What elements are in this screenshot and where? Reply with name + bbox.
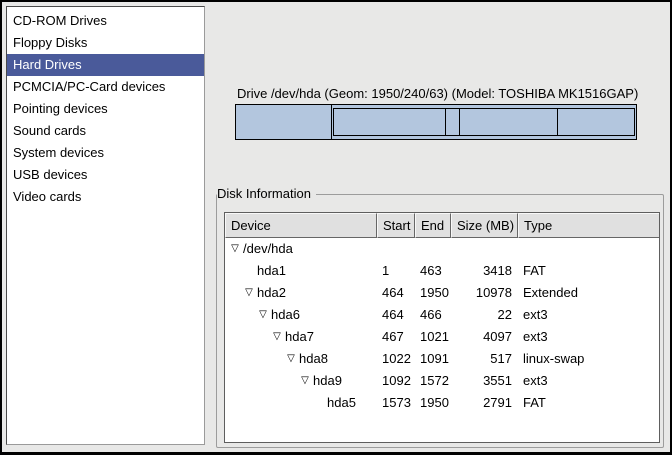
type-cell: ext3 — [518, 304, 659, 326]
column-header-device[interactable]: Device — [225, 213, 377, 238]
expander-open-icon[interactable]: ▽ — [269, 326, 285, 348]
type-cell: FAT — [518, 260, 659, 282]
size-cell: 3551 — [451, 370, 518, 392]
device-cell: ▽hda8 — [225, 348, 377, 370]
start-cell: 467 — [377, 326, 415, 348]
expander-open-icon[interactable]: ▽ — [255, 304, 271, 326]
partition-segment-extended — [332, 105, 636, 139]
table-body: ▽/dev/hda▽hda114633418FAT▽hda24641950109… — [225, 238, 659, 414]
tree-indent — [227, 359, 283, 360]
partition-segment-hda1 — [236, 105, 332, 139]
device-label: hda9 — [313, 370, 342, 392]
expander-open-icon[interactable]: ▽ — [283, 348, 299, 370]
sidebar-item-hard-drives[interactable]: Hard Drives — [7, 54, 204, 76]
tree-indent — [227, 293, 241, 294]
disk-information-table: DeviceStartEndSize (MB)Type ▽/dev/hda▽hd… — [224, 212, 660, 443]
device-label: hda1 — [257, 260, 286, 282]
table-row-hda9[interactable]: ▽hda9109215723551ext3 — [225, 370, 659, 392]
start-cell: 464 — [377, 282, 415, 304]
size-cell: 4097 — [451, 326, 518, 348]
device-label: hda6 — [271, 304, 300, 326]
end-cell: 1091 — [415, 348, 451, 370]
end-cell: 1572 — [415, 370, 451, 392]
extended-partition-inner-bar — [333, 108, 635, 136]
end-cell: 1021 — [415, 326, 451, 348]
device-label: hda8 — [299, 348, 328, 370]
column-header-type[interactable]: Type — [518, 213, 659, 238]
type-cell: ext3 — [518, 326, 659, 348]
partition-segment-hda5 — [558, 109, 634, 135]
end-cell — [415, 238, 451, 260]
column-header-end[interactable]: End — [415, 213, 451, 238]
sidebar-item-sound-cards[interactable]: Sound cards — [7, 120, 204, 142]
sidebar-item-pointing-devices[interactable]: Pointing devices — [7, 98, 204, 120]
device-category-list: CD-ROM DrivesFloppy DisksHard DrivesPCMC… — [6, 6, 205, 445]
expander-open-icon[interactable]: ▽ — [241, 282, 257, 304]
tree-indent — [227, 271, 241, 272]
device-label: hda2 — [257, 282, 286, 304]
device-cell: ▽hda7 — [225, 326, 377, 348]
size-cell: 3418 — [451, 260, 518, 282]
table-row-hda1[interactable]: ▽hda114633418FAT — [225, 260, 659, 282]
device-cell: ▽hda2 — [225, 282, 377, 304]
start-cell: 1022 — [377, 348, 415, 370]
start-cell: 1573 — [377, 392, 415, 414]
sidebar-item-pcmcia-pc-card-devices[interactable]: PCMCIA/PC-Card devices — [7, 76, 204, 98]
type-cell: linux-swap — [518, 348, 659, 370]
end-cell: 1950 — [415, 392, 451, 414]
end-cell: 463 — [415, 260, 451, 282]
sidebar-item-system-devices[interactable]: System devices — [7, 142, 204, 164]
end-cell: 1950 — [415, 282, 451, 304]
table-row-dev-hda[interactable]: ▽/dev/hda — [225, 238, 659, 260]
device-cell: ▽hda5 — [225, 392, 377, 414]
size-cell: 517 — [451, 348, 518, 370]
type-cell: Extended — [518, 282, 659, 304]
tree-indent — [227, 315, 255, 316]
table-row-hda2[interactable]: ▽hda2464195010978Extended — [225, 282, 659, 304]
sidebar-item-video-cards[interactable]: Video cards — [7, 186, 204, 208]
device-cell: ▽hda6 — [225, 304, 377, 326]
expander-open-icon[interactable]: ▽ — [227, 238, 243, 260]
device-label: /dev/hda — [243, 238, 293, 260]
table-row-hda6[interactable]: ▽hda646446622ext3 — [225, 304, 659, 326]
device-label: hda5 — [327, 392, 356, 414]
type-cell: ext3 — [518, 370, 659, 392]
size-cell: 10978 — [451, 282, 518, 304]
column-header-start[interactable]: Start — [377, 213, 415, 238]
table-row-hda5[interactable]: ▽hda5157319502791FAT — [225, 392, 659, 414]
drive-title: Drive /dev/hda (Geom: 1950/240/63) (Mode… — [237, 86, 667, 101]
sidebar-item-cd-rom-drives[interactable]: CD-ROM Drives — [7, 10, 204, 32]
size-cell: 22 — [451, 304, 518, 326]
type-cell: FAT — [518, 392, 659, 414]
partition-segment-hda8 — [446, 109, 460, 135]
column-header-size-mb[interactable]: Size (MB) — [451, 213, 518, 238]
device-cell: ▽hda9 — [225, 370, 377, 392]
start-cell: 1092 — [377, 370, 415, 392]
type-cell — [518, 238, 659, 260]
table-row-hda7[interactable]: ▽hda746710214097ext3 — [225, 326, 659, 348]
disk-information-frame: Disk Information DeviceStartEndSize (MB)… — [216, 194, 664, 448]
table-row-hda8[interactable]: ▽hda810221091517linux-swap — [225, 348, 659, 370]
tree-indent — [227, 337, 269, 338]
sidebar-item-floppy-disks[interactable]: Floppy Disks — [7, 32, 204, 54]
start-cell: 1 — [377, 260, 415, 282]
device-label: hda7 — [285, 326, 314, 348]
start-cell: 464 — [377, 304, 415, 326]
device-cell: ▽/dev/hda — [225, 238, 377, 260]
sidebar-item-usb-devices[interactable]: USB devices — [7, 164, 204, 186]
tree-indent — [227, 381, 297, 382]
expander-open-icon[interactable]: ▽ — [297, 370, 313, 392]
table-header-row: DeviceStartEndSize (MB)Type — [225, 213, 659, 238]
disk-partition-bar — [235, 104, 637, 140]
hardware-browser-window: CD-ROM DrivesFloppy DisksHard DrivesPCMC… — [0, 0, 672, 455]
start-cell — [377, 238, 415, 260]
end-cell: 466 — [415, 304, 451, 326]
size-cell — [451, 238, 518, 260]
size-cell: 2791 — [451, 392, 518, 414]
tree-indent — [227, 403, 311, 404]
disk-information-frame-label: Disk Information — [217, 186, 316, 201]
partition-segment-hda9 — [460, 109, 559, 135]
partition-segment-hda7 — [334, 109, 446, 135]
device-cell: ▽hda1 — [225, 260, 377, 282]
